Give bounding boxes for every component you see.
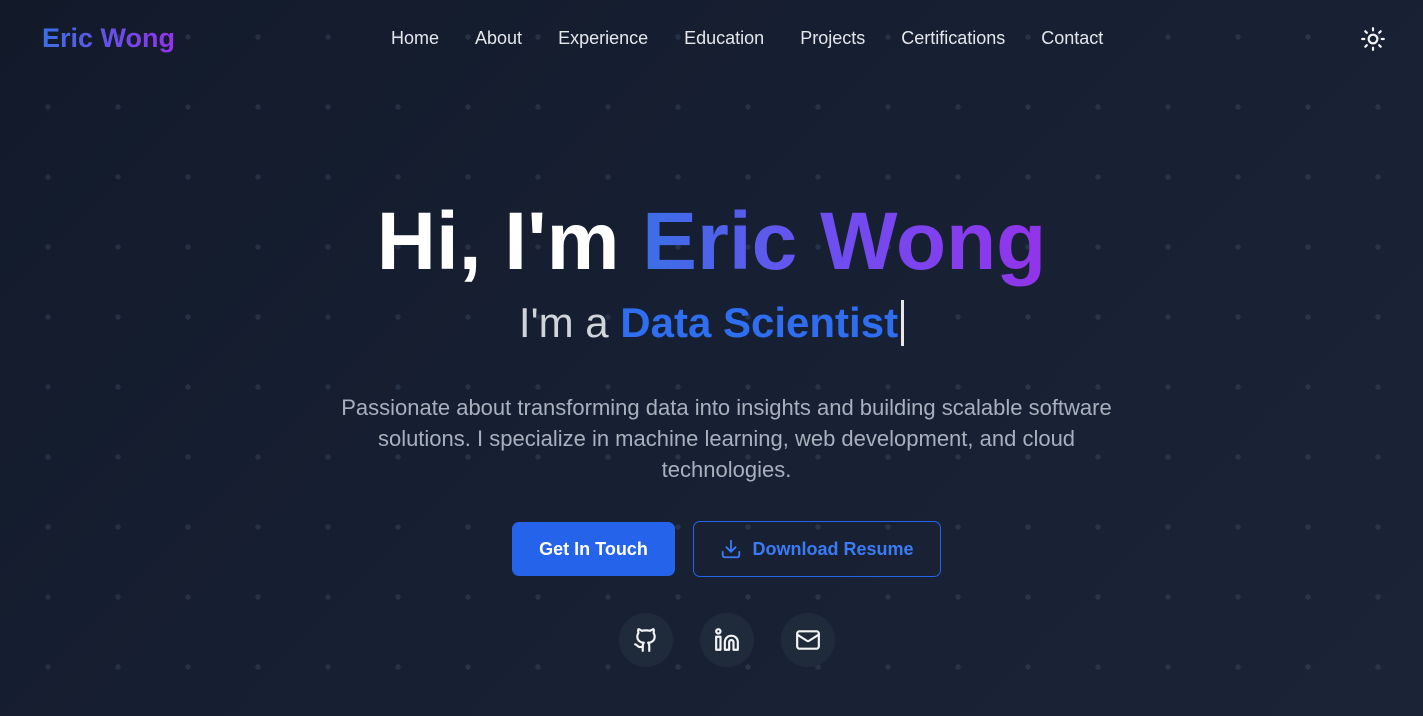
nav-link-contact[interactable]: Contact (1041, 27, 1103, 49)
nav-link-home[interactable]: Home (391, 27, 439, 49)
nav-links: Home About Experience Education Projects… (391, 27, 1103, 49)
download-icon (722, 539, 741, 559)
linkedin-icon (715, 628, 739, 651)
nav-link-projects[interactable]: Projects (800, 27, 865, 49)
nav-link-experience[interactable]: Experience (558, 27, 648, 49)
hero-description: Passionate about transforming data into … (341, 395, 1112, 482)
email-link[interactable] (781, 613, 835, 667)
role-prefix: I'm a (518, 299, 609, 346)
role-text: Data Scientist (620, 299, 899, 346)
github-link[interactable] (619, 613, 673, 667)
nav-link-education[interactable]: Education (684, 27, 764, 49)
mail-icon (796, 630, 820, 650)
hero-title: Hi, I'm Eric Wong (0, 196, 1423, 288)
theme-toggle-button[interactable] (1360, 26, 1386, 52)
download-resume-label: Download Resume (752, 538, 914, 559)
linkedin-link[interactable] (700, 613, 754, 667)
download-resume-button[interactable]: Download Resume (693, 521, 941, 577)
nav-link-about[interactable]: About (475, 27, 522, 49)
nav-link-certifications[interactable]: Certifications (901, 27, 1005, 49)
hero-greeting: Hi, I'm (376, 196, 620, 287)
hero-subtitle: I'm a Data Scientist (0, 298, 1423, 348)
brand-logo[interactable]: Eric Wong (42, 22, 175, 54)
get-in-touch-button[interactable]: Get In Touch (512, 522, 675, 576)
typing-cursor (901, 300, 905, 346)
sun-icon (1361, 27, 1385, 51)
navbar: Eric Wong Home About Experience Educatio… (0, 0, 1423, 78)
github-icon (634, 628, 656, 652)
hero-name: Eric Wong (642, 196, 1047, 287)
